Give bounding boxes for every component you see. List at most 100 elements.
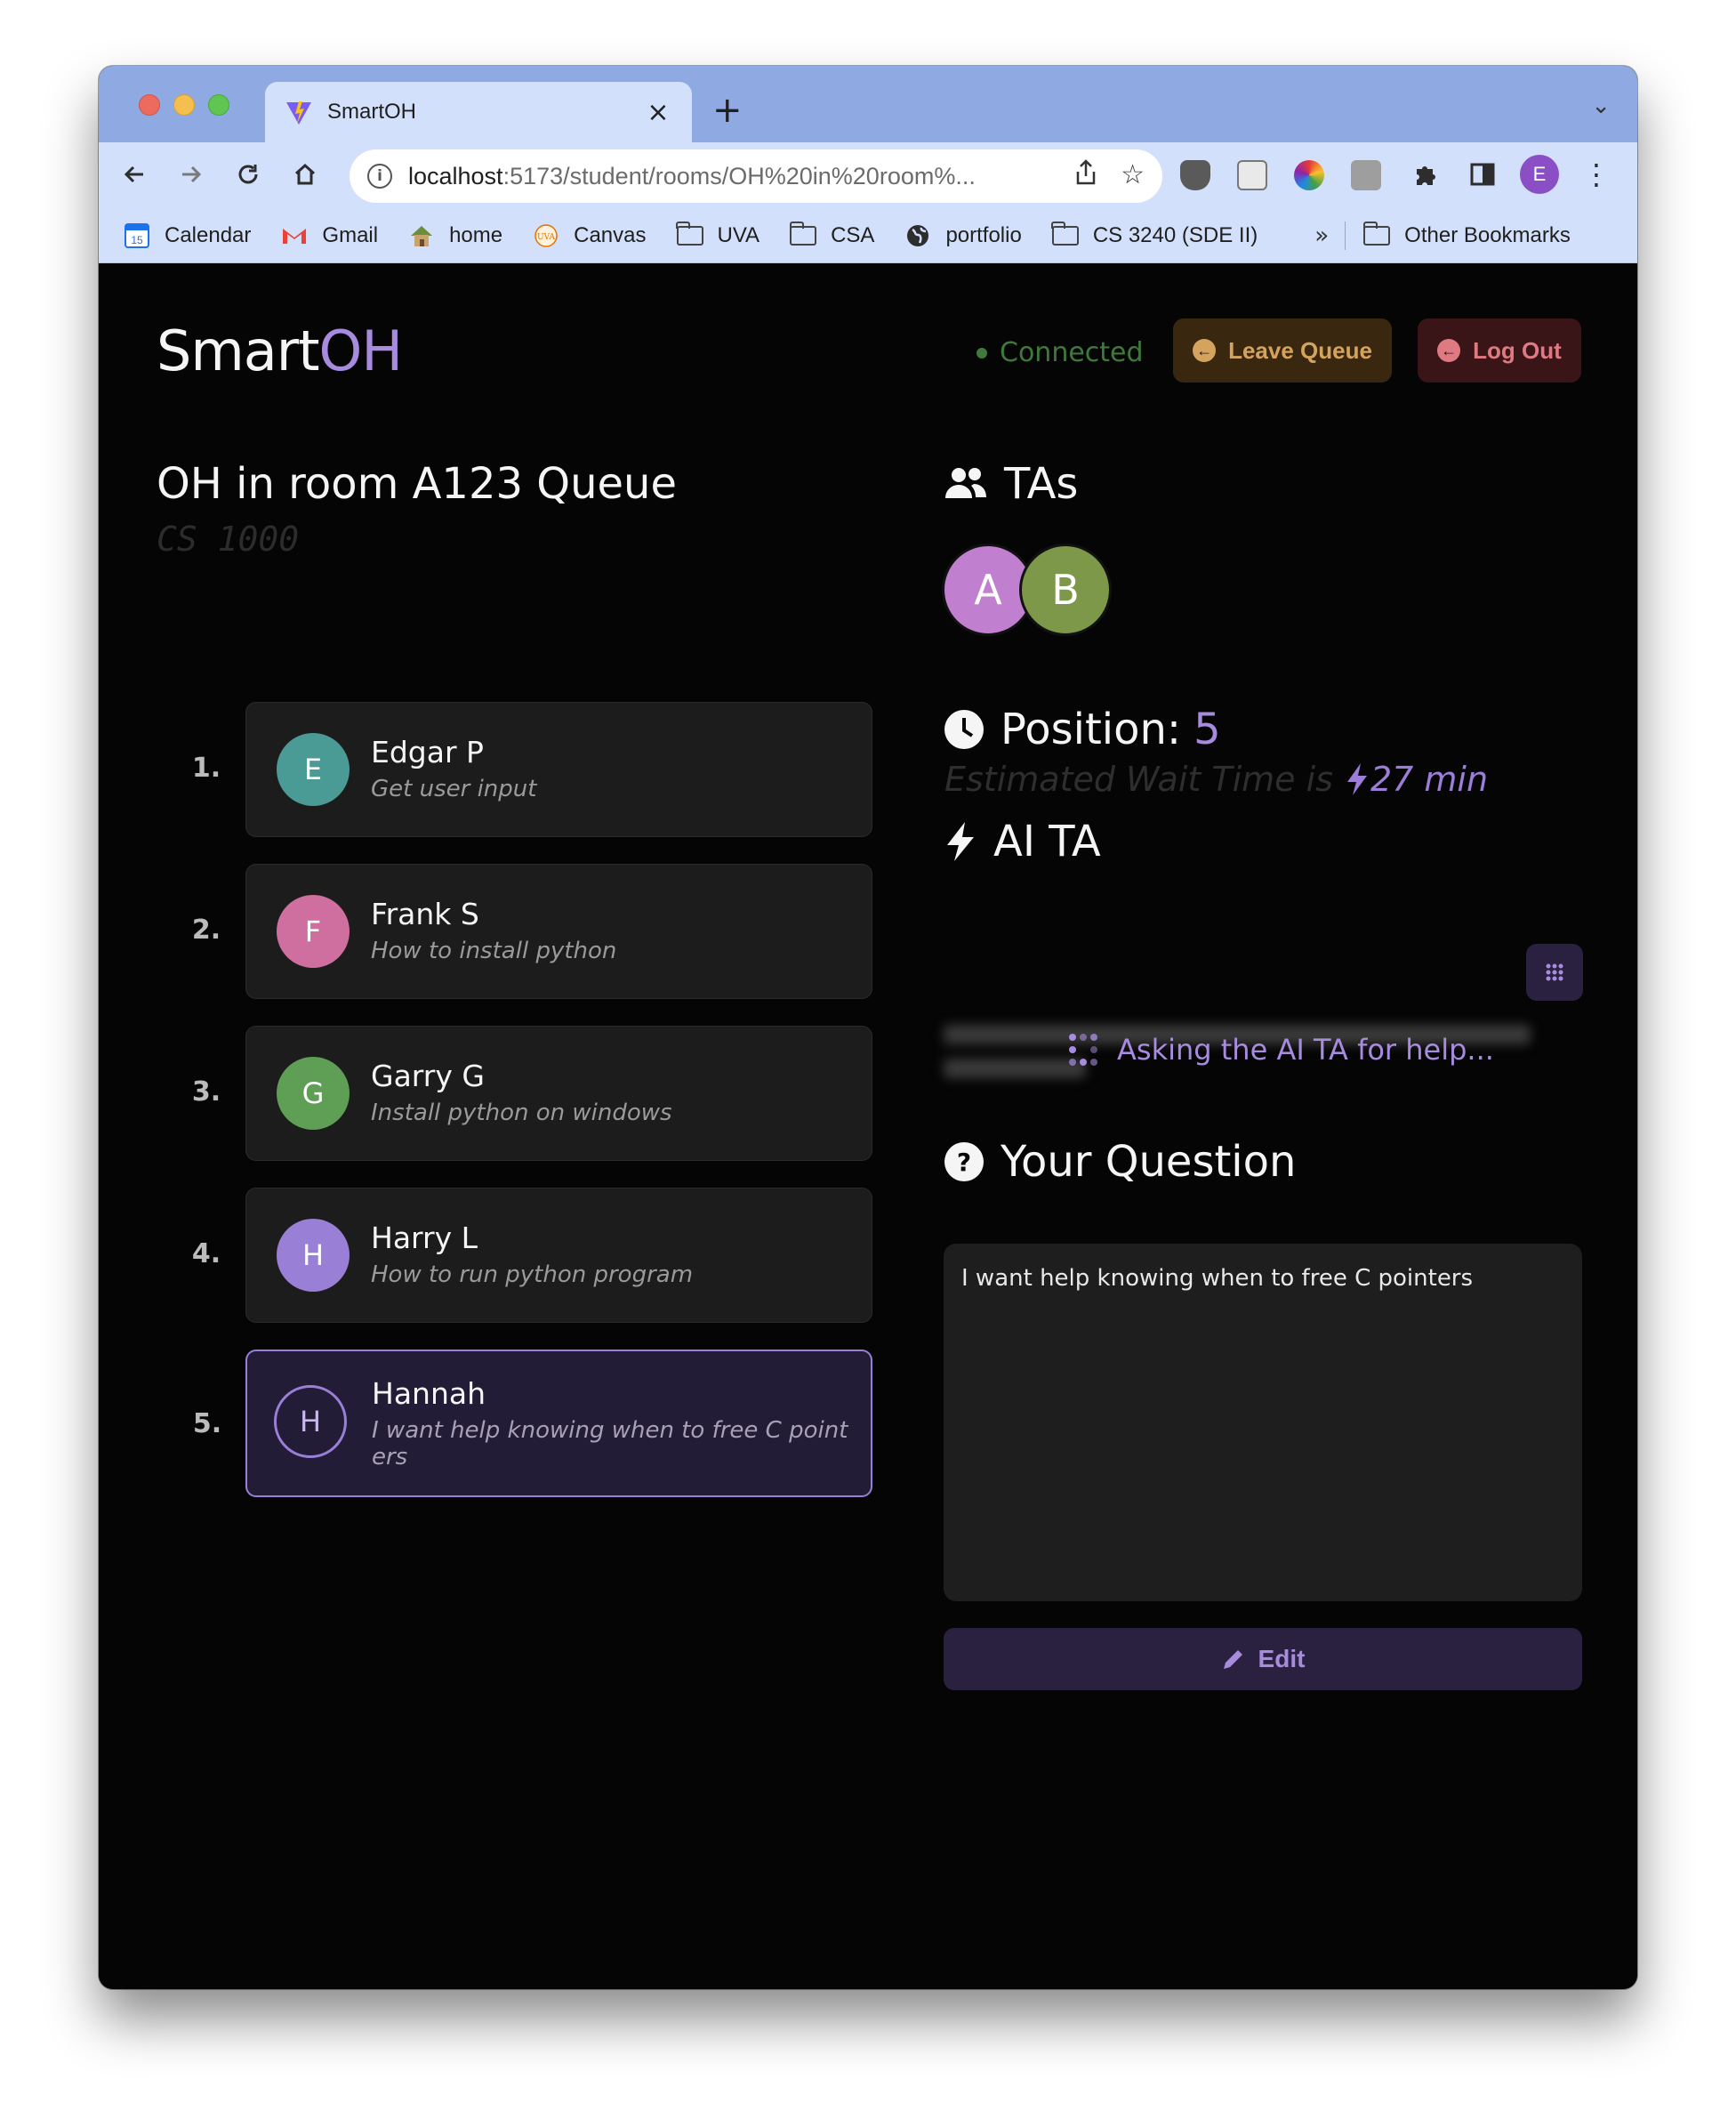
bookmark-home[interactable]: home [408, 223, 502, 248]
browser-toolbar: i localhost:5173/student/rooms/OH%20in%2… [99, 142, 1637, 208]
wait-value: 27 min [1370, 760, 1489, 799]
home-icon[interactable] [285, 155, 325, 194]
student-name: Harry L [371, 1221, 478, 1255]
svg-text:15: 15 [131, 234, 143, 246]
ai-ta-menu-button[interactable] [1526, 944, 1583, 1001]
app-logo: SmartOH [157, 318, 403, 383]
arrow-left-circle-icon: ← [1193, 339, 1217, 362]
tab-smartoh[interactable]: SmartOH × [265, 82, 692, 142]
bookmarks-divider [1345, 221, 1346, 250]
bookmark-folder-cs3240[interactable]: CS 3240 (SDE II) [1051, 221, 1258, 248]
more-bookmarks-button[interactable]: » [1314, 222, 1329, 249]
student-name: Frank S [371, 897, 479, 931]
users-icon [945, 468, 986, 498]
student-question: Install python on windows [371, 1100, 672, 1126]
queue-position: 5. [192, 1408, 222, 1439]
position-value: 5 [1194, 705, 1221, 754]
bookmark-portfolio[interactable]: portfolio [904, 223, 1022, 248]
avatar: F [277, 895, 350, 968]
close-window-button[interactable] [139, 94, 160, 116]
gmail-icon [281, 224, 308, 247]
question-circle-icon: ? [944, 1142, 984, 1181]
share-icon[interactable] [1074, 159, 1097, 193]
position-heading: Position: 5 [944, 705, 1221, 754]
canvas-icon: UVA [533, 223, 559, 247]
extensions-puzzle-icon[interactable] [1406, 155, 1445, 194]
svg-text:UVA: UVA [537, 233, 555, 242]
app-page: SmartOH Connected ← Leave Queue ← Log Ou… [99, 263, 1637, 1989]
avatar: H [274, 1385, 347, 1458]
tab-search-chevron-icon[interactable]: ⌄ [1591, 93, 1611, 119]
bookmark-folder-csa[interactable]: CSA [789, 221, 874, 248]
forward-arrow-icon[interactable] [172, 155, 211, 194]
student-question: I want help knowing when to free C point… [372, 1417, 848, 1470]
svg-text:?: ? [957, 1148, 971, 1177]
student-name: Hannah [372, 1376, 486, 1411]
student-question: How to run python program [371, 1261, 694, 1288]
bookmark-calendar[interactable]: 15 Calendar [124, 222, 251, 248]
notes-extension-icon[interactable] [1351, 160, 1381, 190]
url-text[interactable]: localhost:5173/student/rooms/OH%20in%20r… [408, 163, 1074, 190]
queue-position: 3. [191, 1076, 221, 1108]
student-question: Get user input [371, 776, 537, 802]
status-dot-icon [976, 347, 987, 359]
site-info-icon[interactable]: i [367, 164, 392, 189]
bolt-icon [1346, 763, 1367, 795]
back-arrow-icon[interactable] [115, 155, 154, 194]
document-extension-icon[interactable] [1237, 160, 1267, 190]
profile-avatar[interactable]: E [1520, 155, 1559, 194]
avatar: G [277, 1057, 350, 1130]
avatar: H [277, 1219, 350, 1292]
queue-position: 1. [191, 753, 221, 784]
queue-position: 4. [191, 1238, 221, 1269]
your-question-heading: ? Your Question [944, 1137, 1296, 1187]
maximize-window-button[interactable] [208, 94, 229, 116]
queue-entry[interactable]: 4. H Harry L How to run python program [192, 1188, 872, 1323]
arrow-left-circle-icon: ← [1437, 339, 1461, 362]
bookmark-star-icon[interactable]: ☆ [1121, 159, 1145, 193]
student-question: How to install python [371, 938, 617, 964]
student-name: Edgar P [371, 735, 484, 769]
close-tab-icon[interactable]: × [644, 97, 672, 128]
bookmark-canvas[interactable]: UVA Canvas [533, 223, 647, 248]
tab-title: SmartOH [327, 100, 417, 124]
student-name: Garry G [371, 1059, 485, 1093]
clock-icon [944, 710, 984, 749]
ai-ta-status: Asking the AI TA for help... [1065, 1032, 1494, 1068]
pencil-icon [1223, 1650, 1242, 1669]
loading-dots-icon [1069, 1034, 1097, 1066]
course-name: CS 1000 [157, 520, 300, 559]
queue-entry[interactable]: 2. F Frank S How to install python [192, 864, 872, 999]
edit-question-button[interactable]: Edit [944, 1628, 1582, 1690]
bookmark-folder-uva[interactable]: UVA [676, 221, 760, 248]
queue-entry-current-user[interactable]: 5. H Hannah I want help knowing when to … [193, 1350, 872, 1497]
bolt-icon [947, 822, 974, 861]
log-out-button[interactable]: ← Log Out [1418, 318, 1581, 383]
bookmark-other[interactable]: Other Bookmarks [1362, 221, 1571, 248]
tas-heading: TAs [944, 459, 1078, 509]
tab-strip: SmartOH × + ⌄ [99, 66, 1637, 142]
calendar-icon: 15 [124, 222, 150, 248]
grid-icon [1546, 963, 1563, 981]
queue-entry[interactable]: 1. E Edgar P Get user input [192, 702, 872, 837]
address-bar[interactable]: i localhost:5173/student/rooms/OH%20in%2… [350, 149, 1162, 203]
new-tab-button[interactable]: + [712, 93, 743, 128]
color-picker-extension-icon[interactable] [1294, 160, 1324, 190]
globe-icon [904, 224, 931, 247]
minimize-window-button[interactable] [173, 94, 195, 116]
browser-window: SmartOH × + ⌄ i localhost:5173/student/r… [99, 66, 1637, 1989]
side-panel-icon[interactable] [1463, 155, 1502, 194]
ublock-icon[interactable] [1180, 160, 1210, 190]
reload-icon[interactable] [229, 155, 268, 194]
folder-icon [676, 221, 703, 247]
leave-queue-button[interactable]: ← Leave Queue [1173, 318, 1392, 383]
more-menu-icon[interactable]: ⋮ [1577, 155, 1616, 194]
ta-avatar: B [1019, 544, 1112, 636]
folder-icon [1362, 221, 1391, 247]
home-icon [408, 224, 435, 247]
question-textarea[interactable]: I want help knowing when to free C point… [944, 1244, 1582, 1601]
queue-entry[interactable]: 3. G Garry G Install python on windows [192, 1026, 872, 1161]
connection-status: Connected [976, 337, 1144, 368]
queue-title: OH in room A123 Queue [157, 459, 677, 509]
bookmark-gmail[interactable]: Gmail [281, 223, 378, 248]
